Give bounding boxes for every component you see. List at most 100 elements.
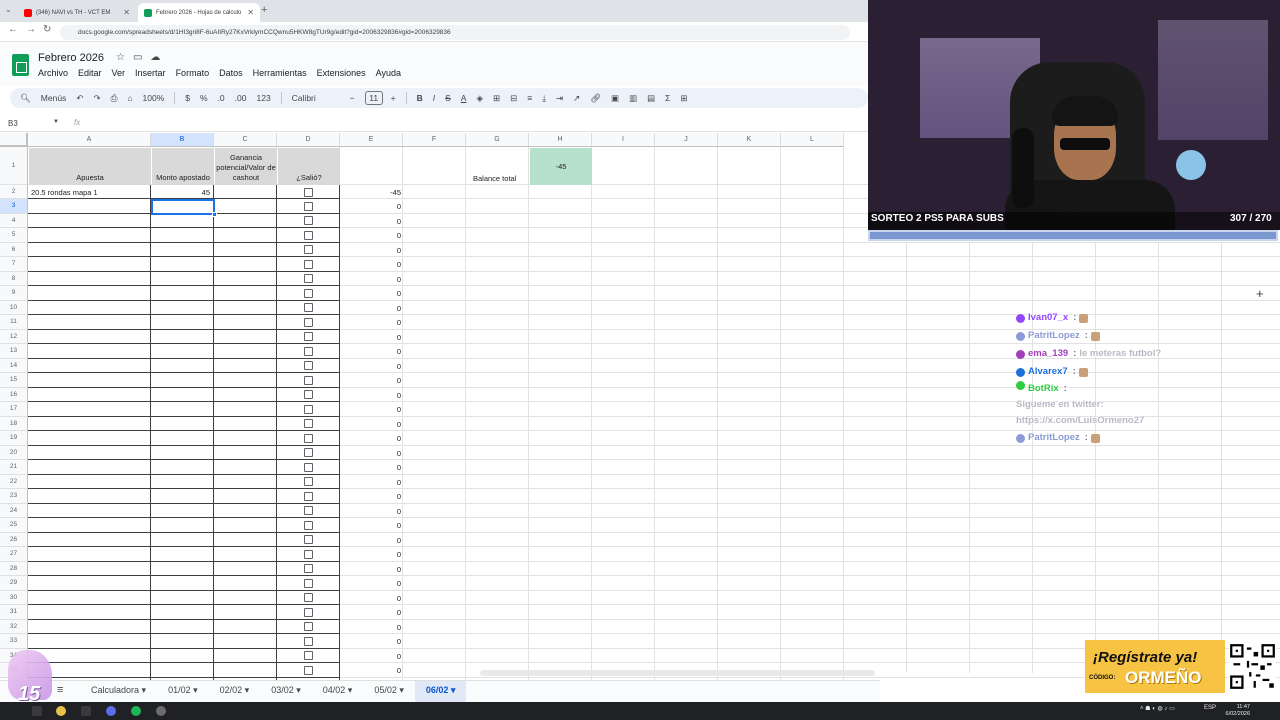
row-header-22[interactable]: 22 (0, 474, 28, 489)
chevron-down-icon[interactable]: ▾ (294, 685, 301, 695)
menu-herramientas[interactable]: Herramientas (253, 68, 307, 78)
salio-checkbox[interactable] (304, 187, 313, 197)
document-title[interactable]: Febrero 2026 (38, 52, 104, 64)
row-header-4[interactable]: 4 (0, 213, 28, 228)
fill-handle[interactable] (212, 212, 217, 217)
all-sheets-menu-icon[interactable]: ≡ (57, 684, 63, 696)
column-header-i[interactable]: I (592, 133, 655, 147)
salio-checkbox[interactable] (304, 274, 313, 284)
sheet-tab[interactable]: 04/02 ▾ (312, 681, 364, 703)
row-header-11[interactable]: 11 (0, 315, 28, 330)
text-color-icon[interactable]: A (461, 93, 467, 103)
row-header-20[interactable]: 20 (0, 445, 28, 460)
column-header-b[interactable]: B (151, 133, 214, 147)
comment-icon[interactable]: ▣ (611, 93, 619, 104)
salio-checkbox[interactable] (304, 404, 313, 414)
header-cell-monto[interactable]: Monto apostado (152, 148, 214, 185)
salio-checkbox[interactable] (304, 433, 313, 443)
cell-e24[interactable]: 0 (341, 507, 401, 516)
row-header-30[interactable]: 30 (0, 590, 28, 605)
cell-e2[interactable]: -45 (341, 188, 401, 197)
sheet-tab[interactable]: 05/02 ▾ (363, 681, 415, 703)
selected-cell-b3[interactable] (151, 199, 215, 215)
chevron-down-icon[interactable]: ▼ (53, 119, 59, 125)
row-header-7[interactable]: 7 (0, 257, 28, 272)
row-header-25[interactable]: 25 (0, 518, 28, 533)
menu-archivo[interactable]: Archivo (38, 68, 68, 78)
font-size-input[interactable]: 11 (364, 91, 383, 105)
row-header-14[interactable]: 14 (0, 358, 28, 373)
salio-checkbox[interactable] (304, 593, 313, 603)
salio-checkbox[interactable] (304, 636, 313, 646)
language-indicator[interactable]: ESP (1204, 705, 1216, 711)
sheet-tab[interactable]: 03/02 ▾ (260, 681, 312, 703)
fill-color-icon[interactable]: ◈ (476, 93, 483, 104)
search-menus-button[interactable]: Menús (41, 93, 67, 103)
cell-b2[interactable]: 45 (150, 188, 210, 197)
row-header-28[interactable]: 28 (0, 561, 28, 576)
cell-e25[interactable]: 0 (341, 521, 401, 530)
menu-insertar[interactable]: Insertar (135, 68, 166, 78)
cell-e18[interactable]: 0 (341, 420, 401, 429)
bold-icon[interactable]: B (417, 93, 423, 103)
filter-icon[interactable]: ▤ (647, 93, 655, 104)
chart-icon[interactable]: ▥ (629, 93, 637, 104)
select-all-corner[interactable] (0, 133, 28, 147)
cell-e32[interactable]: 0 (341, 623, 401, 632)
salio-checkbox[interactable] (304, 651, 313, 661)
strikethrough-icon[interactable]: S (445, 93, 451, 103)
column-header-c[interactable]: C (214, 133, 277, 147)
font-select[interactable]: Calibri (292, 93, 340, 103)
cell-e23[interactable]: 0 (341, 492, 401, 501)
paint-format-icon[interactable]: ⌂ (127, 93, 132, 103)
cell-e7[interactable]: 0 (341, 260, 401, 269)
chevron-down-icon[interactable]: ▾ (242, 685, 250, 695)
menu-datos[interactable]: Datos (219, 68, 243, 78)
cell-e35[interactable]: 0 (341, 666, 401, 675)
cell-e16[interactable]: 0 (341, 391, 401, 400)
cell-e9[interactable]: 0 (341, 289, 401, 298)
row-header-13[interactable]: 13 (0, 344, 28, 359)
row-header-9[interactable]: 9 (0, 286, 28, 301)
sheets-logo-icon[interactable] (12, 54, 29, 76)
row-header-29[interactable]: 29 (0, 576, 28, 591)
cell-e22[interactable]: 0 (341, 478, 401, 487)
column-header-d[interactable]: D (277, 133, 340, 147)
borders-icon[interactable]: ⊞ (493, 93, 500, 104)
salio-checkbox[interactable] (304, 506, 313, 516)
browser-tab-youtube[interactable]: (346) NAVI vs TH - VCT EM ✕ (18, 3, 136, 22)
salio-checkbox[interactable] (304, 419, 313, 429)
salio-checkbox[interactable] (304, 564, 313, 574)
name-box[interactable]: B3 (8, 119, 18, 128)
percent-button[interactable]: % (200, 93, 208, 103)
cell-e33[interactable]: 0 (341, 637, 401, 646)
salio-checkbox[interactable] (304, 462, 313, 472)
salio-checkbox[interactable] (304, 245, 313, 255)
cell-e13[interactable]: 0 (341, 347, 401, 356)
salio-checkbox[interactable] (304, 375, 313, 385)
row-header-19[interactable]: 19 (0, 431, 28, 446)
salio-checkbox[interactable] (304, 303, 313, 313)
salio-checkbox[interactable] (304, 259, 313, 269)
cell-e8[interactable]: 0 (341, 275, 401, 284)
new-tab-icon[interactable]: + (261, 4, 267, 16)
table-icon[interactable]: ⊞ (680, 93, 687, 104)
row-header-31[interactable]: 31 (0, 605, 28, 620)
link-icon[interactable]: 🔗︎ (590, 93, 601, 104)
cell-e10[interactable]: 0 (341, 304, 401, 313)
salio-checkbox[interactable] (304, 622, 313, 632)
salio-checkbox[interactable] (304, 332, 313, 342)
vertical-align-icon[interactable]: ⤓ (542, 93, 546, 104)
salio-checkbox[interactable] (304, 216, 313, 226)
row-header-24[interactable]: 24 (0, 503, 28, 518)
sheet-tab[interactable]: 06/02 ▾ (414, 681, 467, 703)
row-header-10[interactable]: 10 (0, 300, 28, 315)
sheet-tab[interactable]: 02/02 ▾ (209, 681, 261, 703)
chevron-down-icon[interactable]: ▾ (448, 685, 456, 695)
url-input[interactable]: docs.google.com/spreadsheets/d/1HI3gri8F… (60, 25, 850, 40)
cell-e30[interactable]: 0 (341, 594, 401, 603)
cell-e20[interactable]: 0 (341, 449, 401, 458)
menu-ayuda[interactable]: Ayuda (376, 68, 401, 78)
spotify-icon[interactable] (131, 706, 141, 716)
row-header-6[interactable]: 6 (0, 242, 28, 257)
